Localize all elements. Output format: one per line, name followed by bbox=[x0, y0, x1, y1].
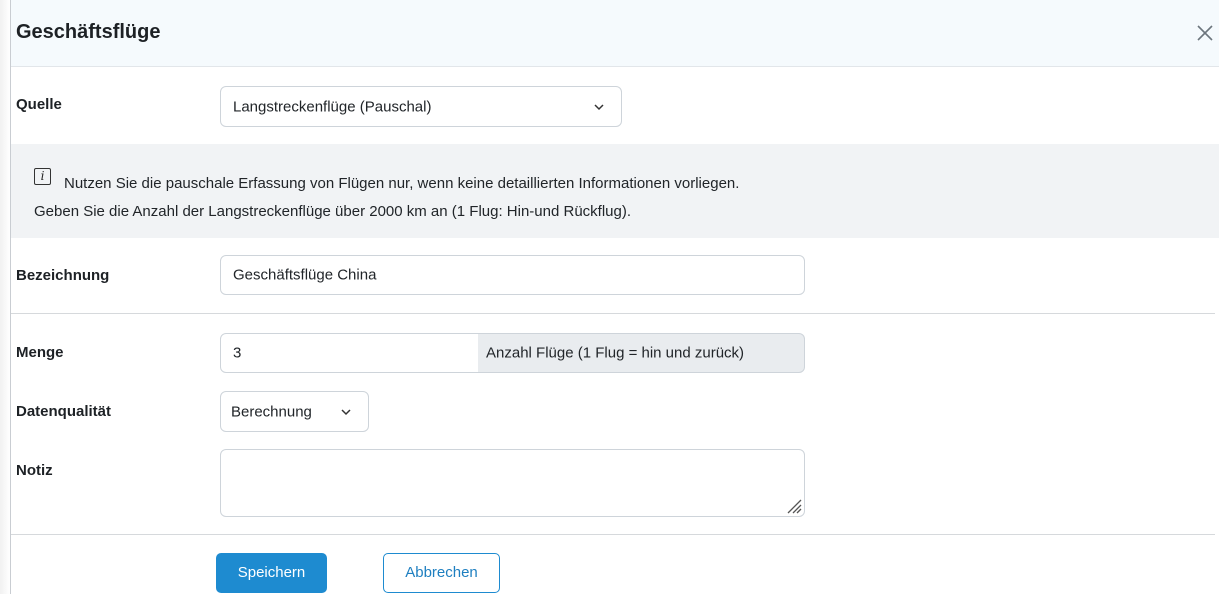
menge-input-value: 3 bbox=[233, 344, 242, 362]
bezeichnung-label: Bezeichnung bbox=[16, 267, 110, 284]
menge-unit-text: Anzahl Flüge (1 Flug = hin und zurück) bbox=[486, 344, 745, 362]
cancel-button[interactable]: Abbrechen bbox=[383, 553, 500, 593]
notiz-label: Notiz bbox=[16, 462, 53, 479]
dialog-header: Geschäftsflüge bbox=[11, 0, 1219, 67]
dialog: Geschäftsflüge Quelle Langstreckenflüge … bbox=[10, 0, 1219, 594]
menge-input[interactable]: 3 bbox=[220, 333, 479, 373]
page-backdrop bbox=[0, 0, 10, 594]
notiz-textarea[interactable] bbox=[220, 449, 805, 517]
datenqualitaet-select-value: Berechnung bbox=[231, 403, 312, 420]
divider bbox=[11, 313, 1215, 314]
close-icon bbox=[1197, 25, 1213, 41]
divider bbox=[11, 534, 1215, 535]
menge-label: Menge bbox=[16, 344, 64, 361]
info-text-line-1: Nutzen Sie die pauschale Erfassung von F… bbox=[64, 175, 740, 192]
info-icon: i bbox=[34, 168, 51, 185]
datenqualitaet-label: Datenqualität bbox=[16, 403, 112, 420]
chevron-down-icon bbox=[341, 408, 351, 415]
save-button[interactable]: Speichern bbox=[216, 553, 327, 593]
dialog-title: Geschäftsflüge bbox=[16, 21, 161, 43]
menge-unit-addon: Anzahl Flüge (1 Flug = hin und zurück) bbox=[478, 333, 805, 373]
quelle-label: Quelle bbox=[16, 96, 62, 113]
resize-grip-icon[interactable] bbox=[786, 498, 802, 514]
info-text-line-2: Geben Sie die Anzahl der Langstreckenflü… bbox=[34, 203, 632, 220]
bezeichnung-input-value: Geschäftsflüge China bbox=[233, 266, 377, 284]
chevron-down-icon bbox=[594, 103, 604, 110]
quelle-select[interactable]: Langstreckenflüge (Pauschal) bbox=[220, 86, 622, 127]
quelle-select-value: Langstreckenflüge (Pauschal) bbox=[233, 98, 432, 115]
info-box: i Nutzen Sie die pauschale Erfassung von… bbox=[11, 144, 1219, 238]
datenqualitaet-select[interactable]: Berechnung bbox=[220, 391, 369, 432]
close-button[interactable] bbox=[1193, 21, 1217, 45]
bezeichnung-input[interactable]: Geschäftsflüge China bbox=[220, 255, 805, 295]
